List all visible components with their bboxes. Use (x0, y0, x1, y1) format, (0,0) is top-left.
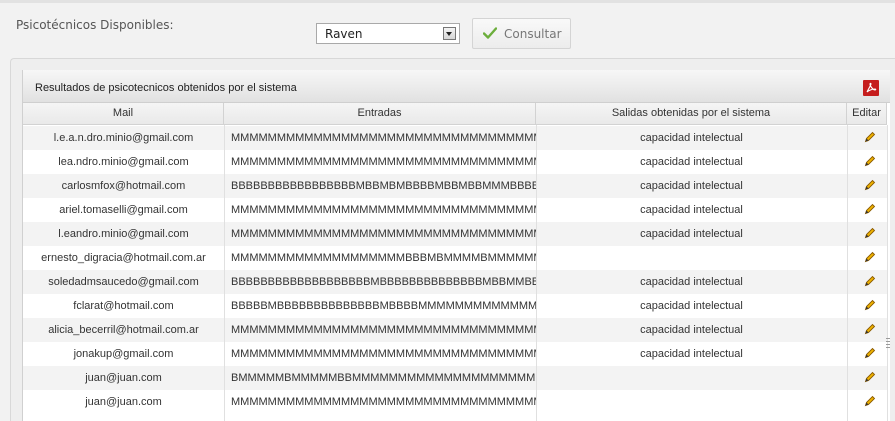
table-row: l.eandro.minio@gmail.com MMMMMMMMMMMMMMMM… (23, 222, 887, 246)
pencil-icon[interactable] (864, 131, 876, 143)
consultar-button[interactable]: Consultar (472, 18, 571, 49)
edit-cell[interactable] (847, 390, 887, 414)
pencil-icon[interactable] (864, 323, 876, 335)
salidas-cell: capacidad intelectual (640, 300, 743, 312)
pencil-icon[interactable] (864, 395, 876, 407)
available-tests-label: Psicotécnicos Disponibles: (16, 18, 174, 32)
entradas-cell: MMMMMMMMMMMMMMMMMMMMMMMMMMMMMMMMMMMMMMMM… (231, 204, 536, 216)
mail-cell: fclarat@hotmail.com (73, 300, 174, 312)
scrollbar-grip[interactable] (886, 338, 890, 352)
entradas-cell: BBBBBBBBBBBBBBBBBMBBMBMBBBBMBBMBBMMMBBBB… (231, 180, 536, 192)
entradas-cell: BBBBBMBBBBBBBBBBBBBBMBBBBMMMMMMMMMMMMMMM… (231, 300, 536, 312)
edit-cell[interactable] (847, 246, 887, 270)
mail-cell: ariel.tomaselli@gmail.com (59, 204, 188, 216)
table-row: fclarat@hotmail.com BBBBBMBBBBBBBBBBBBBBM… (23, 294, 887, 318)
consultar-label: Consultar (504, 27, 562, 41)
edit-cell[interactable] (847, 126, 887, 150)
mail-cell: ernesto_digracia@hotmail.com.ar (41, 252, 206, 264)
column-divider (536, 125, 537, 421)
table-row: lea.ndro.minio@gmail.com MMMMMMMMMMMMMMMM… (23, 150, 887, 174)
pencil-icon[interactable] (864, 371, 876, 383)
column-divider (224, 125, 225, 421)
test-select[interactable]: Raven (316, 23, 460, 44)
entradas-cell: BMMMMMBMMMMMBBMMMMMMMMMMMMMMMMMMMMMMMMMM… (231, 372, 536, 384)
table-row: soledadmsaucedo@gmail.com BBBBBBBBBBBBBBB… (23, 270, 887, 294)
column-header-salidas: Salidas obtenidas por el sistema (536, 103, 847, 125)
table-row: l.e.a.n.dro.minio@gmail.com MMMMMMMMMMMMM… (23, 126, 887, 150)
pencil-icon[interactable] (864, 275, 876, 287)
salidas-cell: capacidad intelectual (640, 132, 743, 144)
pencil-icon[interactable] (864, 227, 876, 239)
edit-cell[interactable] (847, 222, 887, 246)
mail-cell: carlosmfox@hotmail.com (61, 180, 186, 192)
column-header-mail: Mail (23, 103, 224, 125)
mail-cell: juan@juan.com (85, 372, 162, 384)
salidas-cell: capacidad intelectual (640, 156, 743, 168)
mail-cell: alicia_becerril@hotmail.com.ar (48, 324, 199, 336)
pencil-icon[interactable] (864, 179, 876, 191)
entradas-cell: MMMMMMMMMMMMMMMMMMMMMMMMMMMMMMMMMMMMMMMM… (231, 156, 536, 168)
table-row: juan@juan.com BMMMMMBMMMMMBBMMMMMMMMMMMMM… (23, 366, 887, 390)
column-divider (847, 125, 848, 421)
salidas-cell (536, 366, 847, 390)
results-table: Resultados de psicotecnicos obtenidos po… (22, 70, 890, 421)
edit-cell[interactable] (847, 270, 887, 294)
salidas-cell: capacidad intelectual (640, 348, 743, 360)
edit-cell[interactable] (847, 342, 887, 366)
edit-cell[interactable] (847, 198, 887, 222)
mail-cell: l.e.a.n.dro.minio@gmail.com (53, 132, 194, 144)
pencil-icon[interactable] (864, 251, 876, 263)
mail-cell: juan@juan.com (85, 396, 162, 408)
entradas-cell: MMMMMMMMMMMMMMMMMMMMMMMMMMMMMMMMMMMMMMMM… (231, 348, 536, 360)
results-header: Resultados de psicotecnicos obtenidos po… (23, 70, 890, 103)
entradas-cell: MMMMMMMMMMMMMMMMMMMBBBMBMMMMBMMMMMMMMMMM… (231, 252, 536, 264)
entradas-cell: MMMMMMMMMMMMMMMMMMMMMMMMMMMMMMMMMMMMMMMM… (231, 324, 536, 336)
table-row: alicia_becerril@hotmail.com.ar MMMMMMMMMM… (23, 318, 887, 342)
edit-cell[interactable] (847, 366, 887, 390)
test-select-value: Raven (325, 27, 363, 41)
table-row: carlosmfox@hotmail.com BBBBBBBBBBBBBBBBBM… (23, 174, 887, 198)
table-row: juan@juan.com MMMMMMMMMMMMMMMMMMMMMMMMMMM… (23, 390, 887, 414)
salidas-cell: capacidad intelectual (640, 180, 743, 192)
mail-cell: lea.ndro.minio@gmail.com (58, 156, 189, 168)
salidas-cell (536, 246, 847, 270)
entradas-cell: MMMMMMMMMMMMMMMMMMMMMMMMMMMMMMMMMMMMMMMM… (231, 132, 536, 144)
mail-cell: soledadmsaucedo@gmail.com (48, 276, 199, 288)
salidas-cell: capacidad intelectual (640, 276, 743, 288)
check-icon (483, 27, 497, 39)
edit-cell[interactable] (847, 294, 887, 318)
edit-cell[interactable] (847, 150, 887, 174)
salidas-cell: capacidad intelectual (640, 204, 743, 216)
pencil-icon[interactable] (864, 299, 876, 311)
table-row: ernesto_digracia@hotmail.com.ar MMMMMMMMM… (23, 246, 887, 270)
salidas-cell (536, 390, 847, 414)
pencil-icon[interactable] (864, 203, 876, 215)
edit-cell[interactable] (847, 318, 887, 342)
results-title: Resultados de psicotecnicos obtenidos po… (35, 82, 297, 94)
entradas-cell: MMMMMMMMMMMMMMMMMMMMMMMMMMMMMMMMMMMMMMMM… (231, 396, 536, 408)
pencil-icon[interactable] (864, 347, 876, 359)
table-row: ariel.tomaselli@gmail.com MMMMMMMMMMMMMMM… (23, 198, 887, 222)
entradas-cell: MMMMMMMMMMMMMMMMMMMMMMMMMMMMMMMMMMMMMMMM… (231, 228, 536, 240)
salidas-cell: capacidad intelectual (640, 324, 743, 336)
mail-cell: l.eandro.minio@gmail.com (58, 228, 189, 240)
pencil-icon[interactable] (864, 155, 876, 167)
column-header-entradas: Entradas (224, 103, 536, 125)
chevron-down-icon[interactable] (443, 27, 456, 40)
column-divider (887, 125, 888, 421)
edit-cell[interactable] (847, 174, 887, 198)
salidas-cell: capacidad intelectual (640, 228, 743, 240)
column-header-editar: Editar (847, 103, 887, 125)
top-divider (0, 0, 895, 3)
mail-cell: jonakup@gmail.com (73, 348, 174, 360)
entradas-cell: BBBBBBBBBBBBBBBBBBBMBBBBBBBBBBBBBBMBBMMB… (231, 276, 536, 288)
pdf-icon[interactable] (863, 80, 879, 96)
table-row: jonakup@gmail.com MMMMMMMMMMMMMMMMMMMMMMM… (23, 342, 887, 366)
